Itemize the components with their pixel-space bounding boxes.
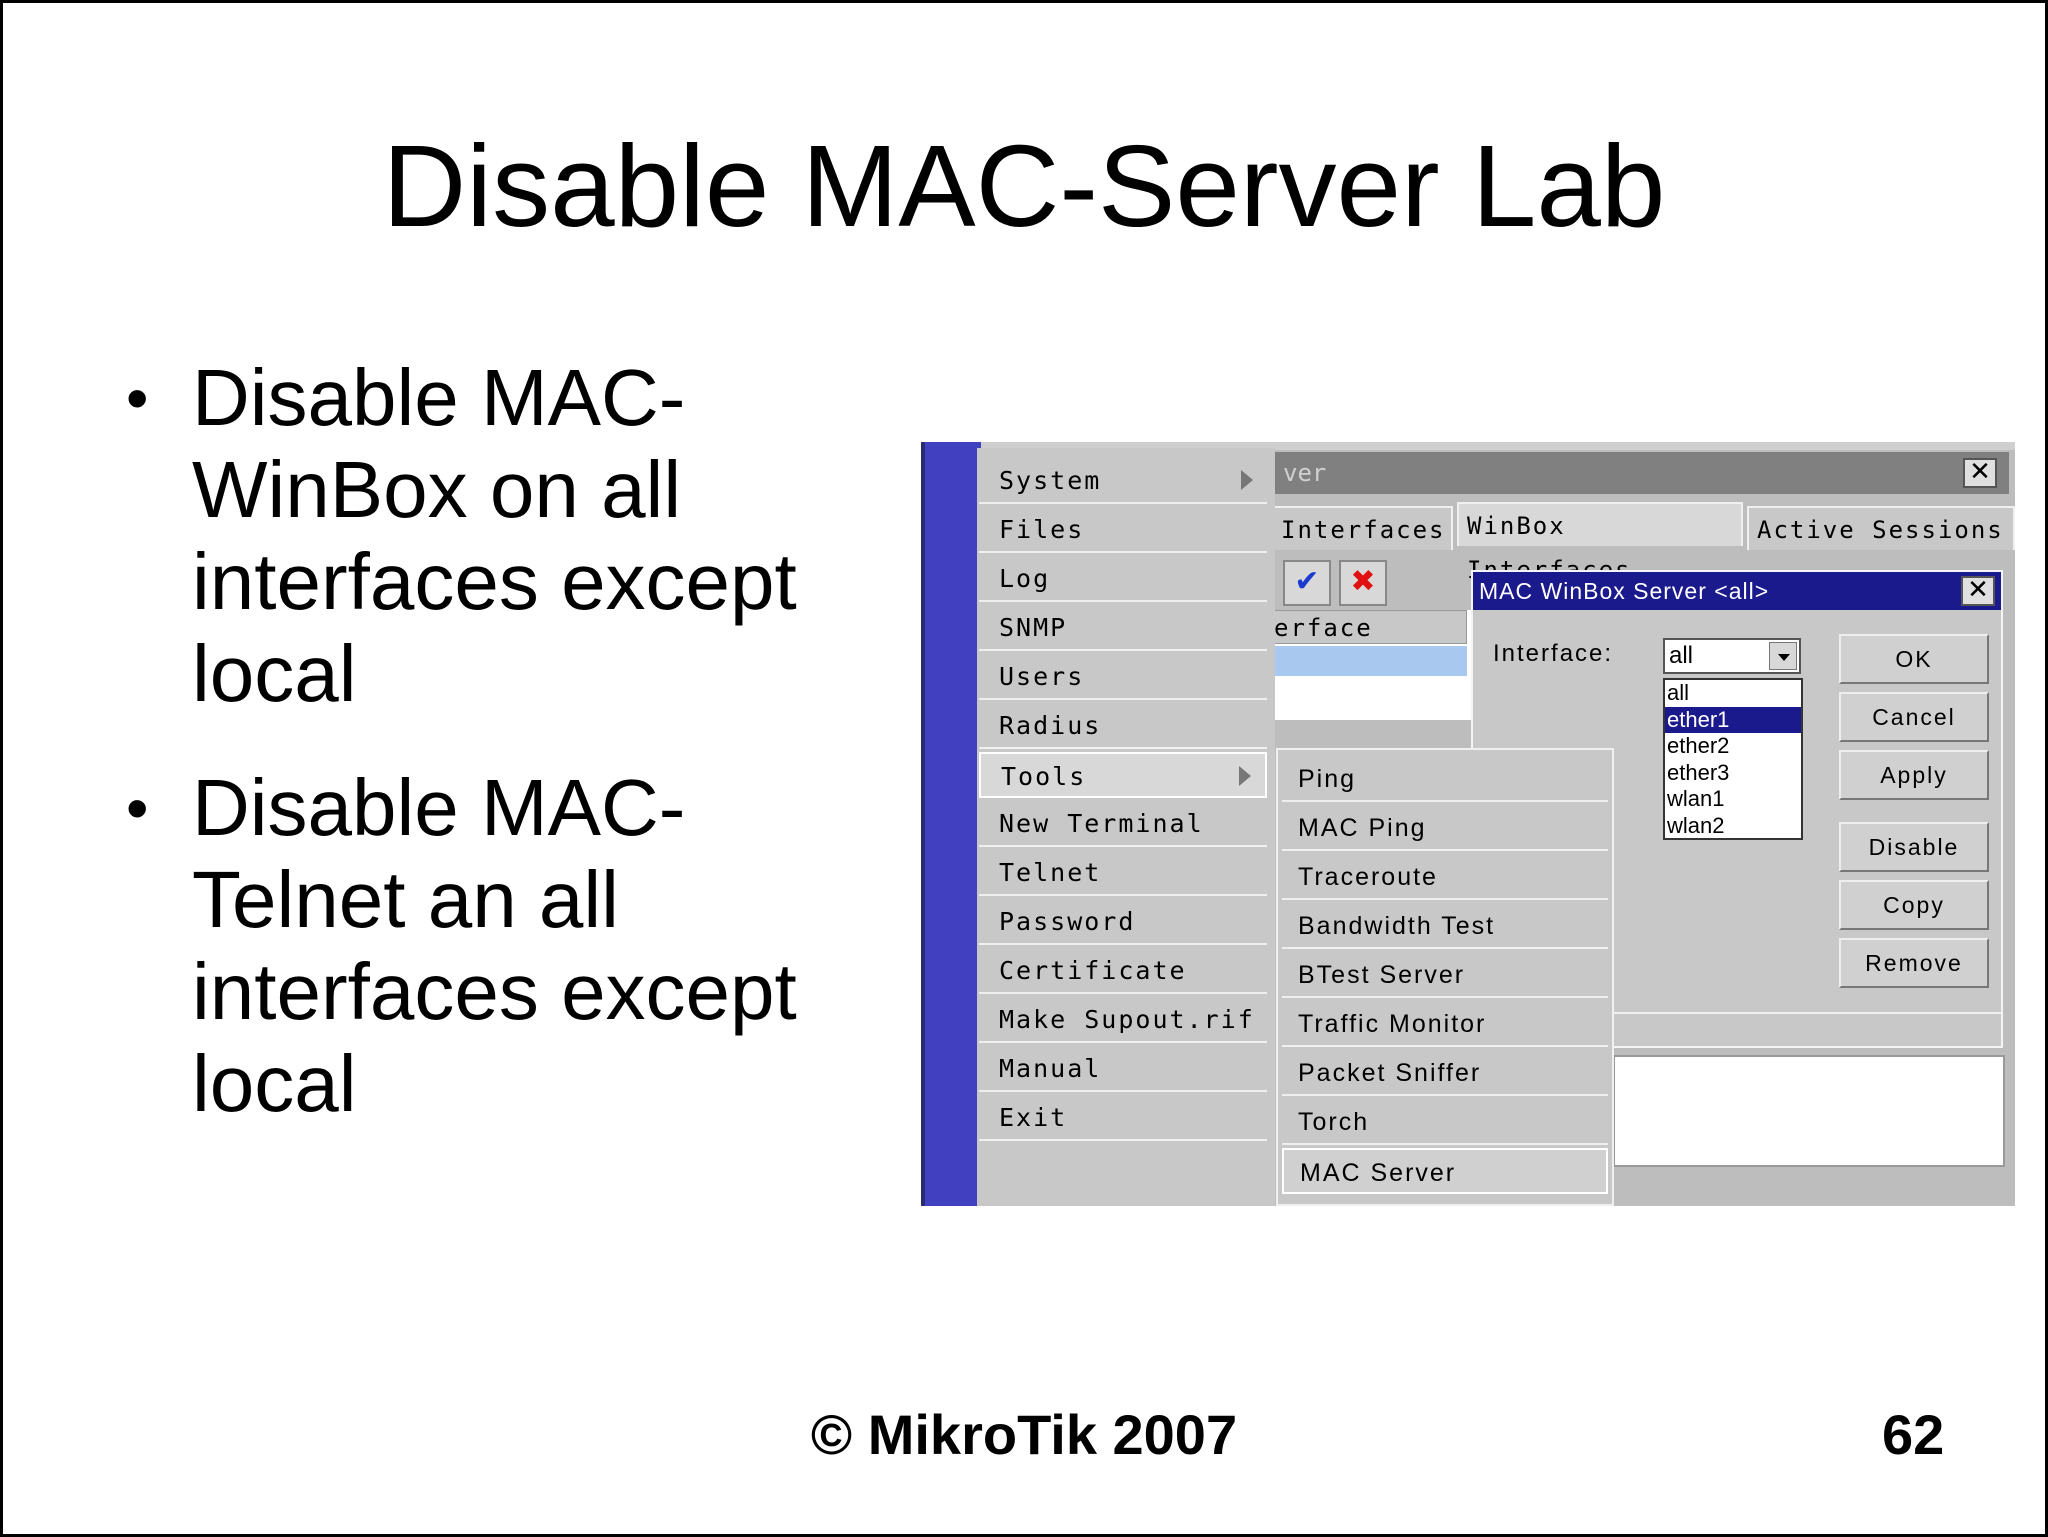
option-ether2[interactable]: ether2	[1665, 733, 1801, 760]
menu-item-new-terminal[interactable]: New Terminal	[979, 801, 1267, 847]
x-icon[interactable]: ✖	[1339, 560, 1387, 606]
bullet-list: • Disable MAC-WinBox on all interfaces ex…	[120, 352, 880, 1172]
close-icon[interactable]: ✕	[1961, 576, 1995, 606]
option-wlan2[interactable]: wlan2	[1665, 813, 1801, 840]
bullet-dot: •	[126, 362, 149, 434]
bullet-text: Disable MAC-WinBox on all interfaces exc…	[192, 353, 797, 718]
dialog-status-bar	[1611, 1012, 2001, 1044]
ok-button[interactable]: OK	[1839, 634, 1989, 684]
sidebar-strip	[921, 442, 981, 1206]
slide-title: Disable MAC-Server Lab	[382, 121, 1666, 251]
list-pane	[1613, 1055, 2005, 1167]
tools-submenu: Ping MAC Ping Traceroute Bandwidth Test …	[1276, 748, 1614, 1206]
submenu-item-torch[interactable]: Torch	[1282, 1099, 1608, 1145]
menu-item-telnet[interactable]: Telnet	[979, 850, 1267, 896]
submenu-item-bandwidth-test[interactable]: Bandwidth Test	[1282, 903, 1608, 949]
submenu-item-btest-server[interactable]: BTest Server	[1282, 952, 1608, 998]
page-number: 62	[1882, 1403, 1945, 1466]
dialog-title: MAC WinBox Server <all>	[1473, 572, 2001, 610]
bullet-text: Disable MAC-Telnet an all interfaces exc…	[192, 763, 797, 1128]
menu-item-users[interactable]: Users	[979, 654, 1267, 700]
submenu-item-mac-ping[interactable]: MAC Ping	[1282, 805, 1608, 851]
submenu-arrow-icon	[1241, 470, 1253, 490]
menu-item-files[interactable]: Files	[979, 507, 1267, 553]
tab-active-sessions[interactable]: Active Sessions	[1747, 506, 2015, 550]
submenu-arrow-icon	[1239, 766, 1251, 786]
tab-interfaces[interactable]: Interfaces	[1271, 506, 1453, 550]
menu-item-snmp[interactable]: SNMP	[979, 605, 1267, 651]
footer-copyright: © MikroTik 2007	[810, 1403, 1238, 1466]
interface-select-value: all	[1669, 642, 1694, 669]
menu-item-password[interactable]: Password	[979, 899, 1267, 945]
menu-item-log[interactable]: Log	[979, 556, 1267, 602]
column-header[interactable]: erface	[1271, 610, 1467, 644]
apply-button[interactable]: Apply	[1839, 750, 1989, 800]
chevron-down-icon[interactable]	[1769, 642, 1797, 670]
window-title: ver	[1273, 452, 2009, 494]
option-ether1[interactable]: ether1	[1665, 706, 1801, 733]
close-icon[interactable]: ✕	[1963, 458, 1997, 488]
menu-item-radius[interactable]: Radius	[979, 703, 1267, 749]
interface-select[interactable]: all	[1663, 638, 1801, 674]
submenu-item-ping[interactable]: Ping	[1282, 756, 1608, 802]
menu-label: Tools	[1001, 762, 1087, 791]
submenu-item-traffic-monitor[interactable]: Traffic Monitor	[1282, 1001, 1608, 1047]
menu-item-exit[interactable]: Exit	[979, 1095, 1267, 1141]
option-wlan1[interactable]: wlan1	[1665, 786, 1801, 813]
menu-item-tools[interactable]: Tools	[979, 752, 1267, 798]
menu-item-certificate[interactable]: Certificate	[979, 948, 1267, 994]
remove-button[interactable]: Remove	[1839, 938, 1989, 988]
submenu-item-traceroute[interactable]: Traceroute	[1282, 854, 1608, 900]
cancel-button[interactable]: Cancel	[1839, 692, 1989, 742]
interface-dropdown-list: all ether1 ether2 ether3 wlan1 wlan2	[1663, 678, 1803, 840]
bullet-item: • Disable MAC-WinBox on all interfaces ex…	[120, 352, 880, 720]
submenu-item-mac-server[interactable]: MAC Server	[1282, 1148, 1608, 1194]
option-all[interactable]: all	[1665, 680, 1801, 707]
bullet-item: • Disable MAC-Telnet an all interfaces ex…	[120, 762, 880, 1130]
disable-button[interactable]: Disable	[1839, 822, 1989, 872]
checkmark-icon[interactable]: ✔	[1283, 560, 1331, 606]
interface-label: Interface:	[1493, 640, 1614, 667]
menu-label: System	[999, 466, 1102, 495]
option-ether3[interactable]: ether3	[1665, 760, 1801, 787]
submenu-item-packet-sniffer[interactable]: Packet Sniffer	[1282, 1050, 1608, 1096]
menu-item-system[interactable]: System	[979, 458, 1267, 504]
table-row[interactable]	[1271, 646, 1467, 676]
bullet-dot: •	[126, 772, 149, 844]
copy-button[interactable]: Copy	[1839, 880, 1989, 930]
tab-winbox-interfaces[interactable]: WinBox Interfaces	[1457, 502, 1743, 584]
main-menu: System Files Log SNMP Users Radius Tools…	[977, 448, 1275, 1206]
menu-item-make-supout[interactable]: Make Supout.rif	[979, 997, 1267, 1043]
menu-item-manual[interactable]: Manual	[979, 1046, 1267, 1092]
